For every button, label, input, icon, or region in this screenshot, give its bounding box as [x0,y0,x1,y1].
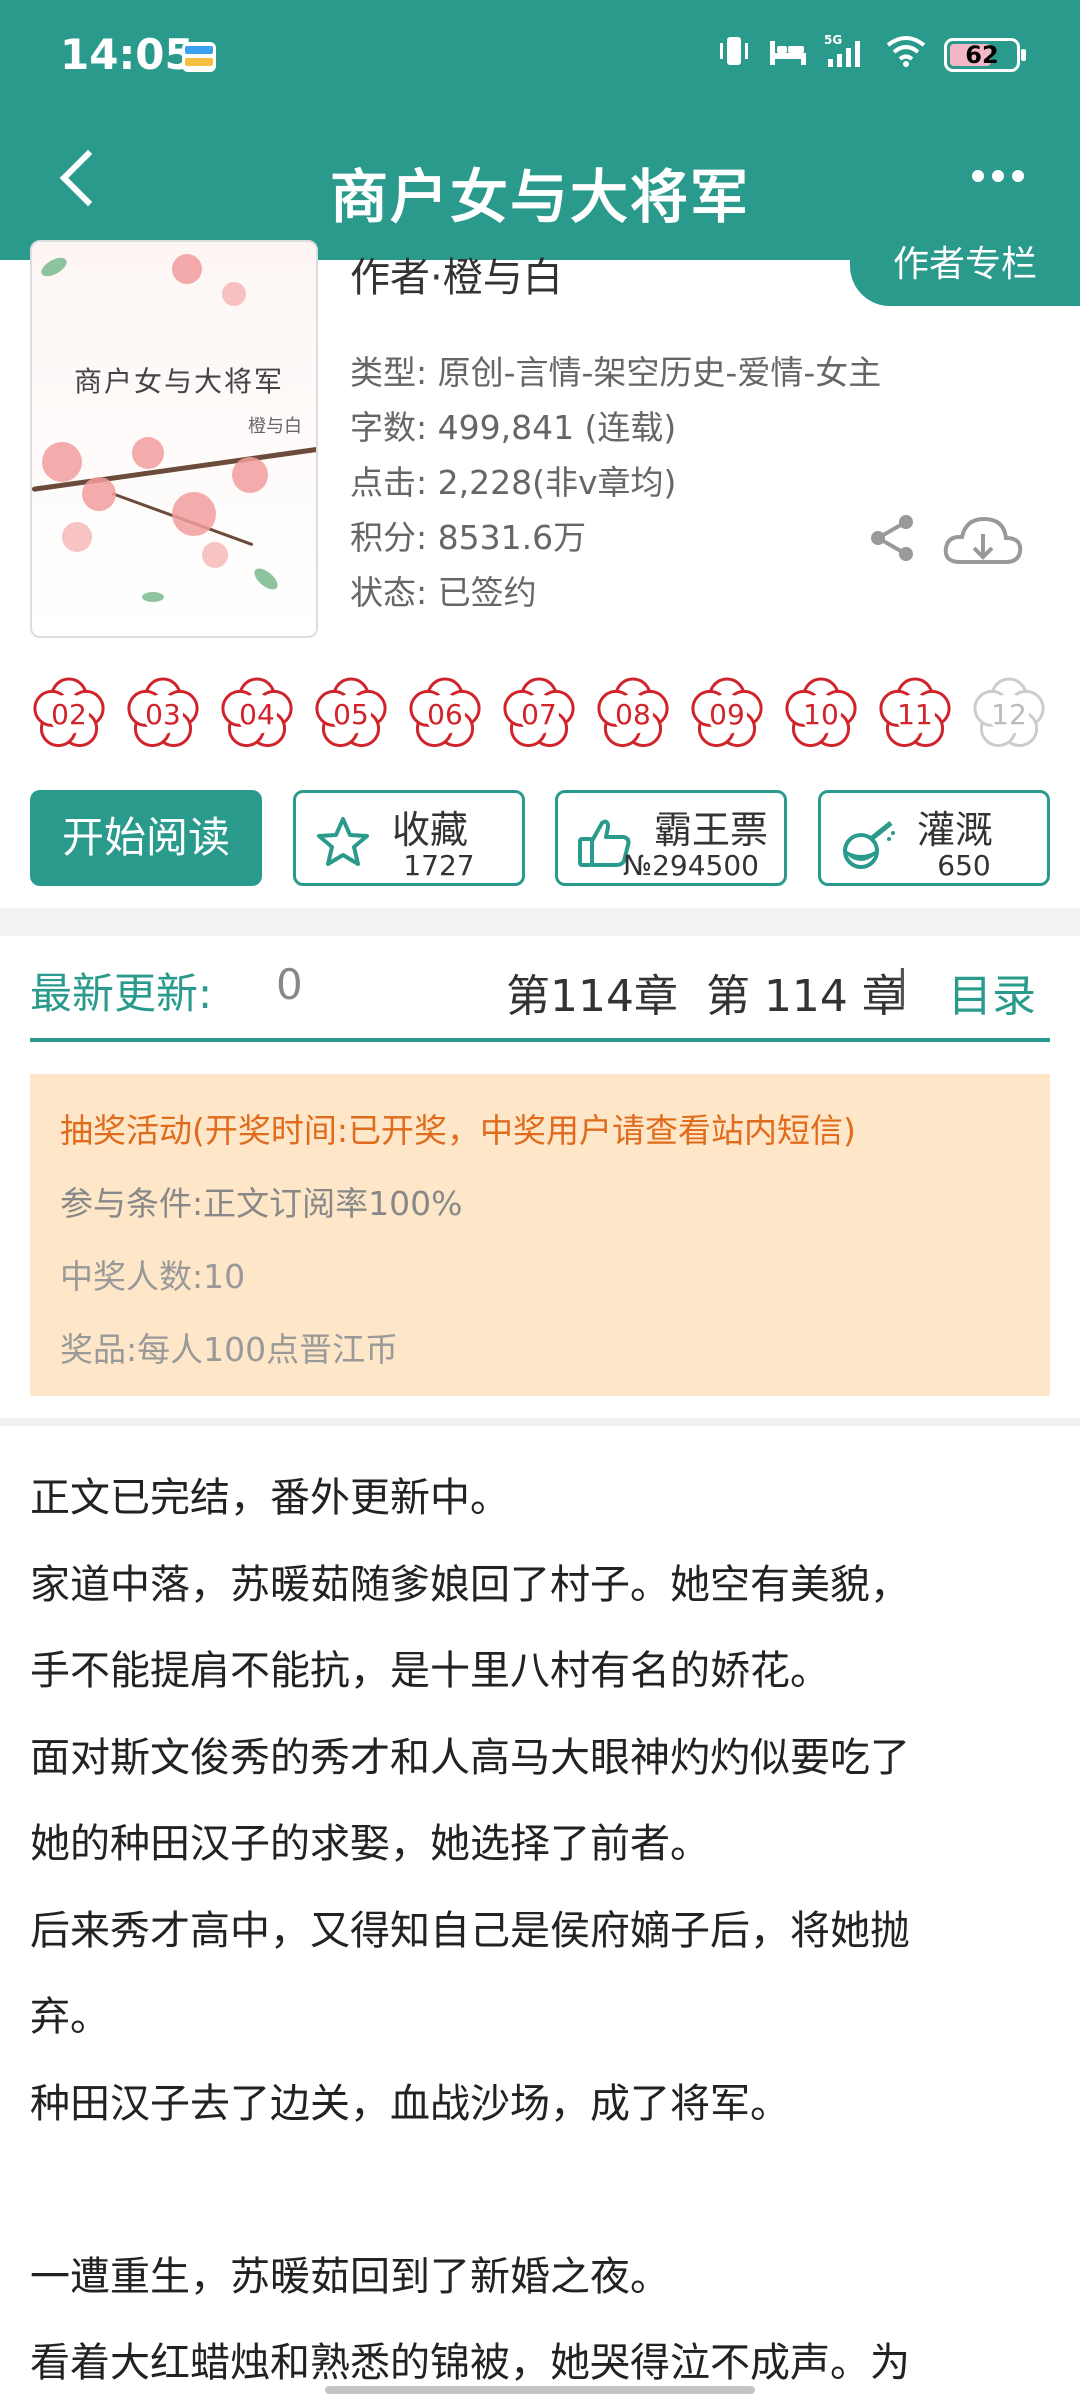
chapter-flower-07[interactable]: 07 [500,675,578,753]
latest-update-row[interactable]: 最新更新: 0 第114章 第 114 章 | 目录 [30,960,1050,1040]
chapter-flower-09[interactable]: 09 [688,675,766,753]
page-title: 商户女与大将军 [329,163,750,231]
book-status: 状态: 已签约 [350,573,537,612]
battery-level: 62 [965,41,999,69]
wifi-icon [884,33,928,77]
share-icon[interactable] [864,510,920,566]
status-time: 14:05 [60,30,194,79]
synopsis-line: 面对斯文俊秀的秀才和人高马大眼神灼灼似要吃了 [30,1734,910,1781]
synopsis-line [30,2147,1060,2234]
app-header: 14:05 5G 62 商户女与大将军 [0,0,1080,260]
favorite-button[interactable]: 收藏 1727 [293,790,525,886]
home-indicator[interactable] [325,2386,755,2394]
wallet-app-icon [182,42,216,72]
bed-icon [768,33,808,77]
chapter-flower-08[interactable]: 08 [594,675,672,753]
book-type: 类型: 原创-言情-架空历史-爱情-女主 [350,353,882,392]
author-name[interactable]: 作者·橙与白 [350,245,563,303]
chapter-flower-12[interactable]: 12 [970,675,1048,753]
synopsis-line: 种田汉子去了边关，血战沙场，成了将军。 [30,2080,790,2127]
flask-icon [839,813,897,871]
lottery-winners: 中奖人数:10 [60,1257,246,1296]
book-score: 积分: 8531.6万 [350,518,587,557]
separator: | [896,962,909,1006]
synopsis-line: 弃。 [30,1994,110,2040]
book-synopsis: 正文已完结，番外更新中。家道中落，苏暖茹随爹娘回了村子。她空有美貌， 手不能提肩不… [30,1455,1060,2400]
lottery-box: 抽奖活动(开奖时间:已开奖，中奖用户请查看站内短信) 参与条件:正文订阅率100… [30,1074,1050,1396]
chapter-flower-06[interactable]: 06 [406,675,484,753]
author-column-button[interactable]: 作者专栏 [850,240,1080,306]
section-divider [0,1418,1080,1426]
chapter-flower-04[interactable]: 04 [218,675,296,753]
latest-update-label: 最新更新: [30,969,213,1018]
battery-icon: 62 [944,38,1026,72]
start-reading-button[interactable]: 开始阅读 [30,790,262,886]
synopsis-line: 一遭重生，苏暖茹回到了新婚之夜。 [30,2253,670,2300]
synopsis-line: 后来秀才高中，又得知自己是侯府嫡子后，将她抛 [30,1907,910,1954]
cloud-download-icon[interactable] [940,510,1026,572]
chapter-flower-number: 10 [803,698,839,731]
book-meta: 类型: 原创-言情-架空历史-爱情-女主 字数: 499,841 (连载) 点击… [350,345,881,620]
more-horizontal-icon[interactable] [972,170,1024,182]
synopsis-line: 她的种田汉子的求娶，她选择了前者。 [30,1821,710,1867]
chapter-flower-number: 07 [521,698,557,731]
favorite-count: 1727 [403,849,475,882]
latest-update-count: 0 [276,960,303,1009]
chapter-flower-number: 02 [51,698,87,731]
chapter-flower-number: 09 [709,698,745,731]
star-icon [314,813,372,871]
vibrate-icon [716,33,752,77]
status-bar: 14:05 5G 62 [0,0,1080,110]
chapter-flower-05[interactable]: 05 [312,675,390,753]
chapter-flower-02[interactable]: 02 [30,675,108,753]
book-word-count: 字数: 499,841 (连载) [350,408,677,447]
chapter-flower-number: 06 [427,698,463,731]
latest-chapter-link[interactable]: 第114章 第 114 章 [506,960,906,1024]
update-underline [30,1038,1050,1042]
chapter-flower-row: 02 03 04 05 06 07 08 09 10 11 12 [30,675,1048,753]
chapter-flower-03[interactable]: 03 [124,675,202,753]
bawang-ticket-count: №294500 [622,849,759,882]
chapter-flower-number: 08 [615,698,651,731]
irrigate-button[interactable]: 灌溉 650 [818,790,1050,886]
svg-text:5G: 5G [824,33,842,47]
chapter-flower-number: 05 [333,698,369,731]
book-cover[interactable]: 商户女与大将军 橙与白 [30,240,318,638]
bawang-ticket-button[interactable]: 霸王票 №294500 [555,790,787,886]
book-clicks: 点击: 2,228(非v章均) [350,463,677,502]
cover-author: 橙与白 [248,416,302,437]
signal-5g-icon: 5G [824,33,868,77]
chapter-flower-number: 04 [239,698,275,731]
lottery-prize: 奖品:每人100点晋江币 [60,1330,399,1369]
chapter-flower-number: 03 [145,698,181,731]
action-bar: 开始阅读 收藏 1727 霸王票 №294500 灌溉 650 [30,790,1050,886]
synopsis-line: 家道中落，苏暖茹随爹娘回了村子。她空有美貌， [30,1561,910,1608]
chapter-flower-11[interactable]: 11 [876,675,954,753]
favorite-label: 收藏 [392,808,469,852]
lottery-headline: 抽奖活动(开奖时间:已开奖，中奖用户请查看站内短信) [60,1111,856,1150]
irrigate-label: 灌溉 [917,808,994,852]
irrigate-count: 650 [937,849,991,882]
lottery-condition: 参与条件:正文订阅率100% [60,1184,463,1223]
synopsis-line: 正文已完结，番外更新中。 [30,1475,510,1521]
chapter-flower-10[interactable]: 10 [782,675,860,753]
cover-title: 商户女与大将军 [74,365,285,398]
bawang-ticket-label: 霸王票 [654,808,769,852]
chapter-flower-number: 11 [897,698,933,731]
section-divider [0,908,1080,936]
table-of-contents-link[interactable]: 目录 [948,960,1036,1024]
synopsis-line: 手不能提肩不能抗，是十里八村有名的娇花。 [30,1648,830,1694]
chapter-flower-number: 12 [991,698,1027,731]
